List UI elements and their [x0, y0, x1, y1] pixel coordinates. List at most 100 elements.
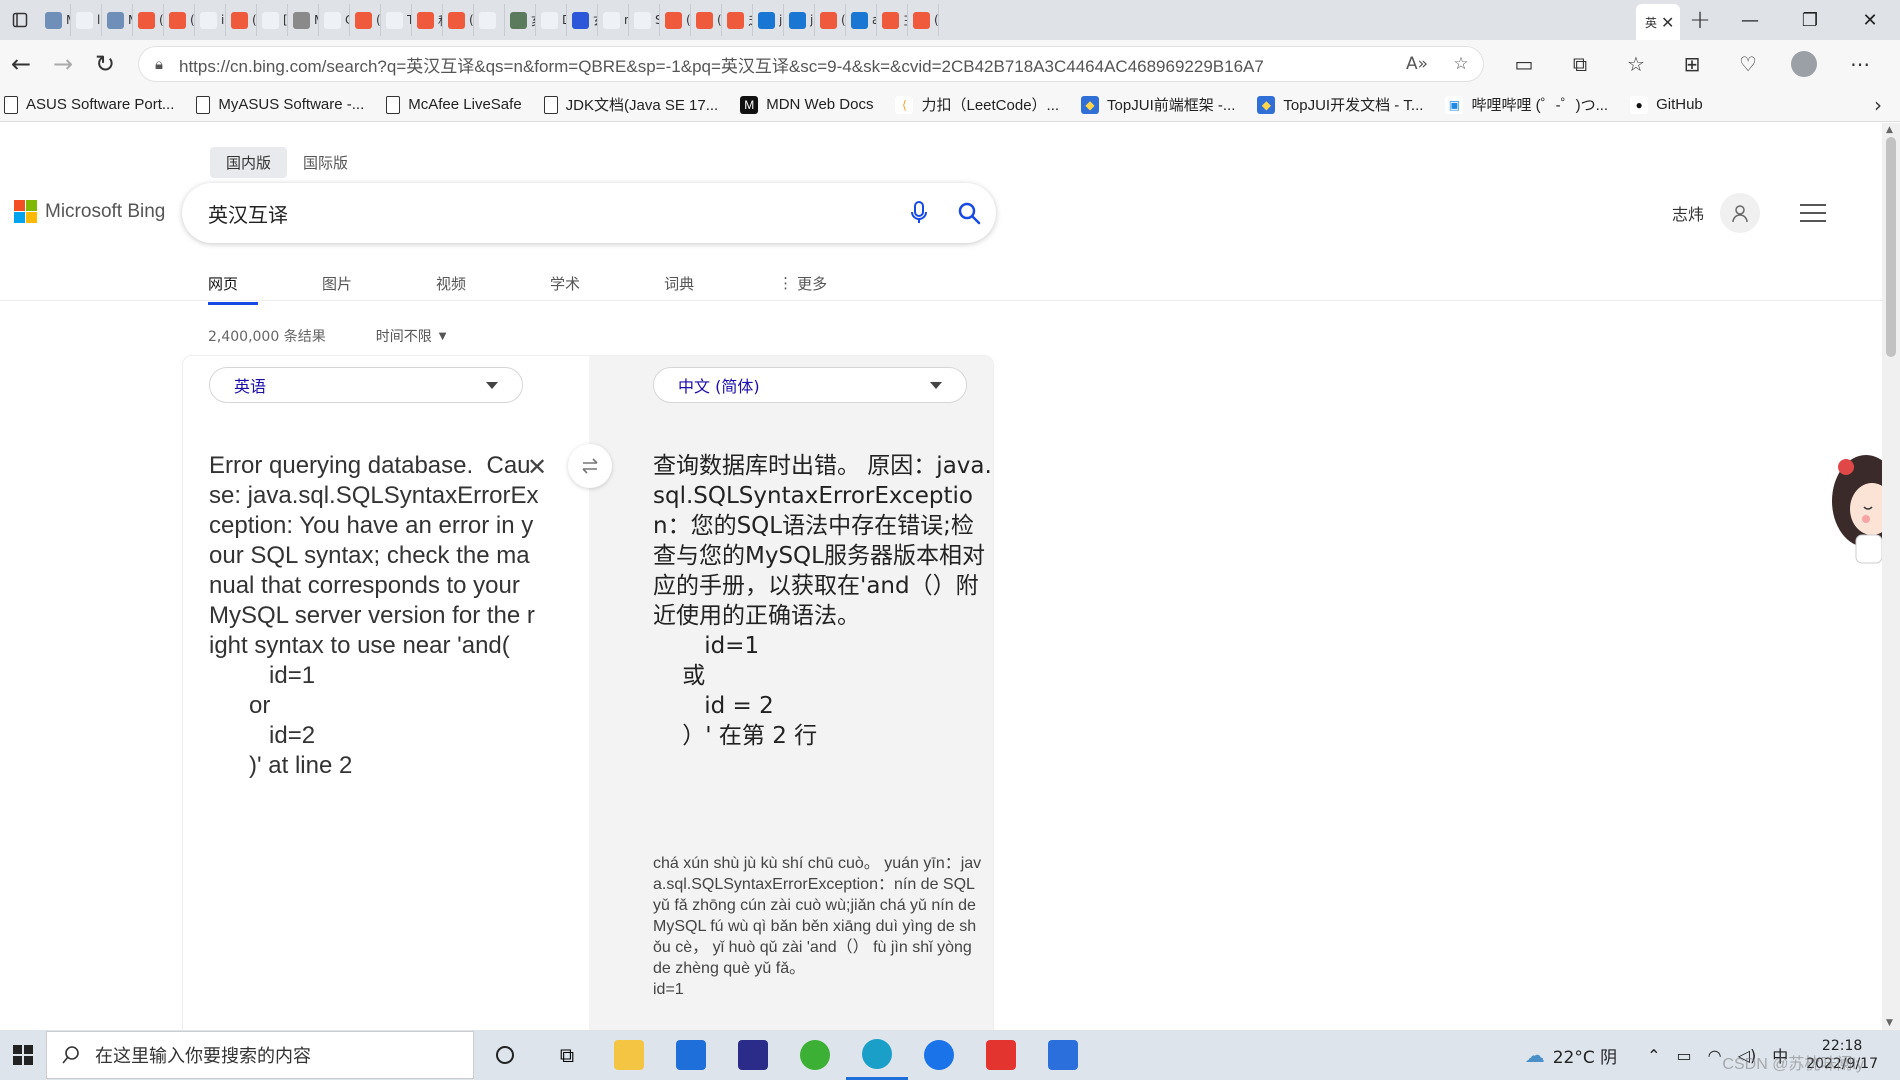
favorites-icon[interactable]: ☆ [1608, 44, 1664, 84]
start-button[interactable] [0, 1030, 46, 1080]
user-avatar-icon[interactable] [1720, 193, 1761, 233]
wifi-icon[interactable]: ◠ [1708, 1046, 1722, 1065]
browser-tab[interactable]: 乏 [722, 4, 753, 36]
bookmark-item[interactable]: McAfee LiveSafe [386, 95, 522, 114]
profile-button[interactable] [1776, 44, 1832, 84]
file-explorer-app[interactable] [598, 1030, 660, 1080]
bookmarks-overflow-icon[interactable]: › [1874, 93, 1882, 117]
browser-essentials-icon[interactable]: ♡ [1720, 44, 1776, 84]
target-language-select[interactable]: 中文 (简体) [653, 367, 967, 403]
bookmark-item[interactable]: M MDN Web Docs [740, 95, 873, 114]
browser-tab[interactable]: ( [226, 4, 257, 36]
battery-icon[interactable]: ▭ [1677, 1046, 1692, 1065]
scope-tab-international[interactable]: 国际版 [287, 147, 364, 178]
tab-dictionary[interactable]: 词典 [646, 263, 712, 303]
mascot-sticker-icon[interactable] [1816, 431, 1882, 571]
bookmark-item[interactable]: ◆ TopJUI前端框架 -... [1081, 94, 1235, 115]
mail-app[interactable] [660, 1030, 722, 1080]
restore-button[interactable]: ❐ [1780, 0, 1840, 40]
browser-tab[interactable]: 玄 [567, 4, 598, 36]
scope-tab-domestic[interactable]: 国内版 [210, 147, 288, 178]
browser-tab[interactable]: ( [908, 4, 939, 36]
browser-tab[interactable] [474, 4, 505, 36]
browser-tab[interactable]: T [381, 4, 412, 36]
browser-tab[interactable]: ja [784, 4, 815, 36]
search-icon[interactable] [942, 201, 996, 225]
split-screen-icon[interactable]: ▭ [1496, 44, 1552, 84]
feishu-app[interactable] [908, 1030, 970, 1080]
add-favorite-icon[interactable]: ☆ [1439, 54, 1483, 74]
bookmark-item[interactable]: ● GitHub [1630, 95, 1703, 114]
browser-tab[interactable]: ( [691, 4, 722, 36]
browser-tab[interactable]: ( [164, 4, 195, 36]
close-tab-icon[interactable]: ✕ [1661, 13, 1674, 32]
wechat-app[interactable] [784, 1030, 846, 1080]
browser-tab[interactable]: 私 [412, 4, 443, 36]
edge-beta-app[interactable] [846, 1030, 908, 1080]
task-view-button[interactable]: ⧉ [536, 1030, 598, 1080]
bookmark-item[interactable]: ⟨ 力扣（LeetCode）... [895, 94, 1059, 115]
browser-tab[interactable]: ja [753, 4, 784, 36]
minimize-button[interactable]: — [1720, 0, 1780, 40]
browser-tab[interactable]: ( [133, 4, 164, 36]
show-hidden-icons[interactable]: ⌃ [1647, 1046, 1660, 1065]
tab-academic[interactable]: 学术 [532, 263, 598, 303]
cortana-button[interactable] [474, 1030, 536, 1080]
browser-tab[interactable]: ( [660, 4, 691, 36]
read-aloud-icon[interactable]: A» [1395, 54, 1439, 74]
url-field[interactable]: 🔒︎ https://cn.bing.com/search?q=英汉互译&qs=… [138, 46, 1484, 82]
extensions-icon[interactable]: ⧉ [1552, 44, 1608, 84]
browser-tab[interactable]: lc [71, 4, 102, 36]
forward-button[interactable]: → [42, 44, 84, 84]
tab-images[interactable]: 图片 [304, 263, 370, 303]
browser-tab[interactable]: D [536, 4, 567, 36]
browser-tab[interactable]: M [288, 4, 319, 36]
tab-videos[interactable]: 视频 [418, 263, 484, 303]
scroll-down-icon[interactable]: ▼ [1886, 1018, 1893, 1028]
url-text[interactable]: https://cn.bing.com/search?q=英汉互译&qs=n&f… [179, 52, 1395, 77]
page-scrollbar[interactable]: ▲ ▼ [1882, 123, 1900, 1030]
microphone-icon[interactable] [896, 201, 942, 225]
browser-tab[interactable]: ( [815, 4, 846, 36]
tab-actions-menu[interactable] [0, 0, 40, 40]
source-text-area[interactable]: Error querying database. Cause: java.sql… [209, 451, 539, 781]
scrollbar-thumb[interactable] [1886, 137, 1896, 357]
browser-tab[interactable]: M [102, 4, 133, 36]
browser-tab[interactable]: M [40, 4, 71, 36]
back-button[interactable]: ← [0, 44, 42, 84]
swap-languages-button[interactable] [568, 444, 612, 488]
browser-tab[interactable]: ( [443, 4, 474, 36]
hamburger-menu-icon[interactable] [1800, 204, 1827, 222]
bookmark-item[interactable]: ASUS Software Port... [4, 95, 174, 114]
settings-more-icon[interactable]: ⋯ [1832, 44, 1888, 84]
browser-tab[interactable]: S [629, 4, 660, 36]
browser-tab[interactable]: n [598, 4, 629, 36]
tab-web[interactable]: 网页 [190, 263, 259, 305]
source-language-select[interactable]: 英语 [209, 367, 523, 403]
collections-icon[interactable]: ⊞ [1664, 44, 1720, 84]
whiteboard-app[interactable] [1032, 1030, 1094, 1080]
browser-tab[interactable]: ir [195, 4, 226, 36]
bookmark-item[interactable]: JDK文档(Java SE 17... [543, 94, 718, 115]
taskbar-search[interactable]: 在这里输入你要搜索的内容 [46, 1031, 474, 1079]
username[interactable]: 志炜 [1672, 201, 1704, 225]
refresh-button[interactable]: ↻ [84, 44, 126, 84]
close-window-button[interactable]: ✕ [1840, 0, 1900, 40]
browser-tab[interactable]: 亥 [505, 4, 536, 36]
bookmark-item[interactable]: ▣ 哔哩哔哩 (゜-゜)つ... [1445, 94, 1608, 115]
intellij-app[interactable] [722, 1030, 784, 1080]
tab-active-translator[interactable]: 英 ✕ [1636, 4, 1680, 40]
browser-tab[interactable]: a [846, 4, 877, 36]
lock-icon[interactable]: 🔒︎ [139, 55, 179, 73]
new-tab-button[interactable]: + [1680, 0, 1720, 40]
wps-app[interactable] [970, 1030, 1032, 1080]
tab-more[interactable]: ⋮ 更多 [760, 263, 845, 303]
browser-tab[interactable]: [ [257, 4, 288, 36]
clear-text-icon[interactable]: ✕ [527, 453, 547, 481]
weather-widget[interactable]: ☁ 22°C 阴 [1525, 1043, 1617, 1068]
bookmark-item[interactable]: MyASUS Software -... [196, 95, 364, 114]
search-input[interactable] [208, 201, 896, 225]
bing-logo[interactable]: Microsoft Bing [14, 200, 165, 223]
browser-tab[interactable]: ( [350, 4, 381, 36]
browser-tab[interactable]: 彐 [877, 4, 908, 36]
